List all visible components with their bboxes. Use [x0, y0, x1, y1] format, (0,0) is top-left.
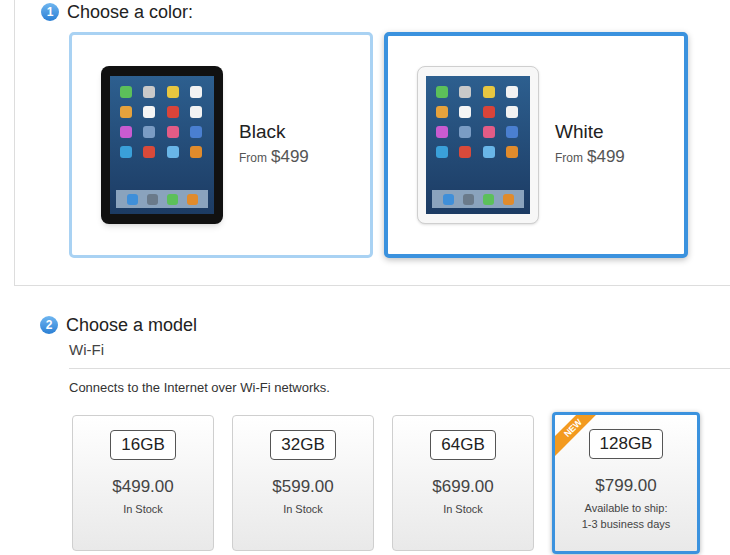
- model-option[interactable]: 32GB $599.00 In Stock: [232, 415, 374, 551]
- model-option[interactable]: 16GB $499.00 In Stock: [72, 415, 214, 551]
- ipad-icon: [417, 66, 539, 224]
- page: 1Choose a color:BlackFrom$499WhiteFrom$4…: [0, 0, 730, 555]
- model-option[interactable]: 64GB $699.00 In Stock: [392, 415, 534, 551]
- capacity-box: 32GB: [270, 430, 335, 460]
- availability: In Stock: [443, 501, 483, 517]
- step-title: Choose a model: [66, 312, 197, 339]
- capacity-box: 128GB: [589, 429, 664, 459]
- color-option[interactable]: Black From$499: [69, 32, 373, 258]
- model-price: $699.00: [432, 476, 493, 498]
- capacity-box: 16GB: [110, 430, 175, 460]
- model-price: $599.00: [272, 476, 333, 498]
- availability: Available to ship:1-3 business days: [582, 500, 671, 532]
- model-price: $499.00: [112, 476, 173, 498]
- price-prefix: From: [239, 149, 267, 167]
- color-section: 1Choose a color:BlackFrom$499WhiteFrom$4…: [14, 0, 730, 286]
- capacity-box: 64GB: [430, 430, 495, 460]
- color-option[interactable]: White From$499: [384, 32, 688, 258]
- step-number-icon: 1: [41, 3, 59, 21]
- color-price: $499: [587, 144, 625, 170]
- availability: In Stock: [283, 501, 323, 517]
- availability: In Stock: [123, 501, 163, 517]
- model-price: $799.00: [595, 475, 656, 497]
- section-description: Connects to the Internet over Wi-Fi netw…: [69, 379, 730, 397]
- ipad-icon: [101, 66, 223, 224]
- section-heading: Wi-Fi: [69, 340, 730, 369]
- model-section: 2 Choose a modelWi-Fi Connects to the Inte…: [0, 314, 730, 554]
- color-name: Black: [239, 120, 309, 144]
- step-number-icon: 2: [40, 316, 58, 334]
- color-price: $499: [271, 144, 309, 170]
- color-name: White: [555, 120, 625, 144]
- model-option[interactable]: NEW128GB$799.00Available to ship:1-3 bus…: [552, 412, 700, 554]
- price-prefix: From: [555, 149, 583, 167]
- step-title: Choose a color:: [67, 0, 193, 26]
